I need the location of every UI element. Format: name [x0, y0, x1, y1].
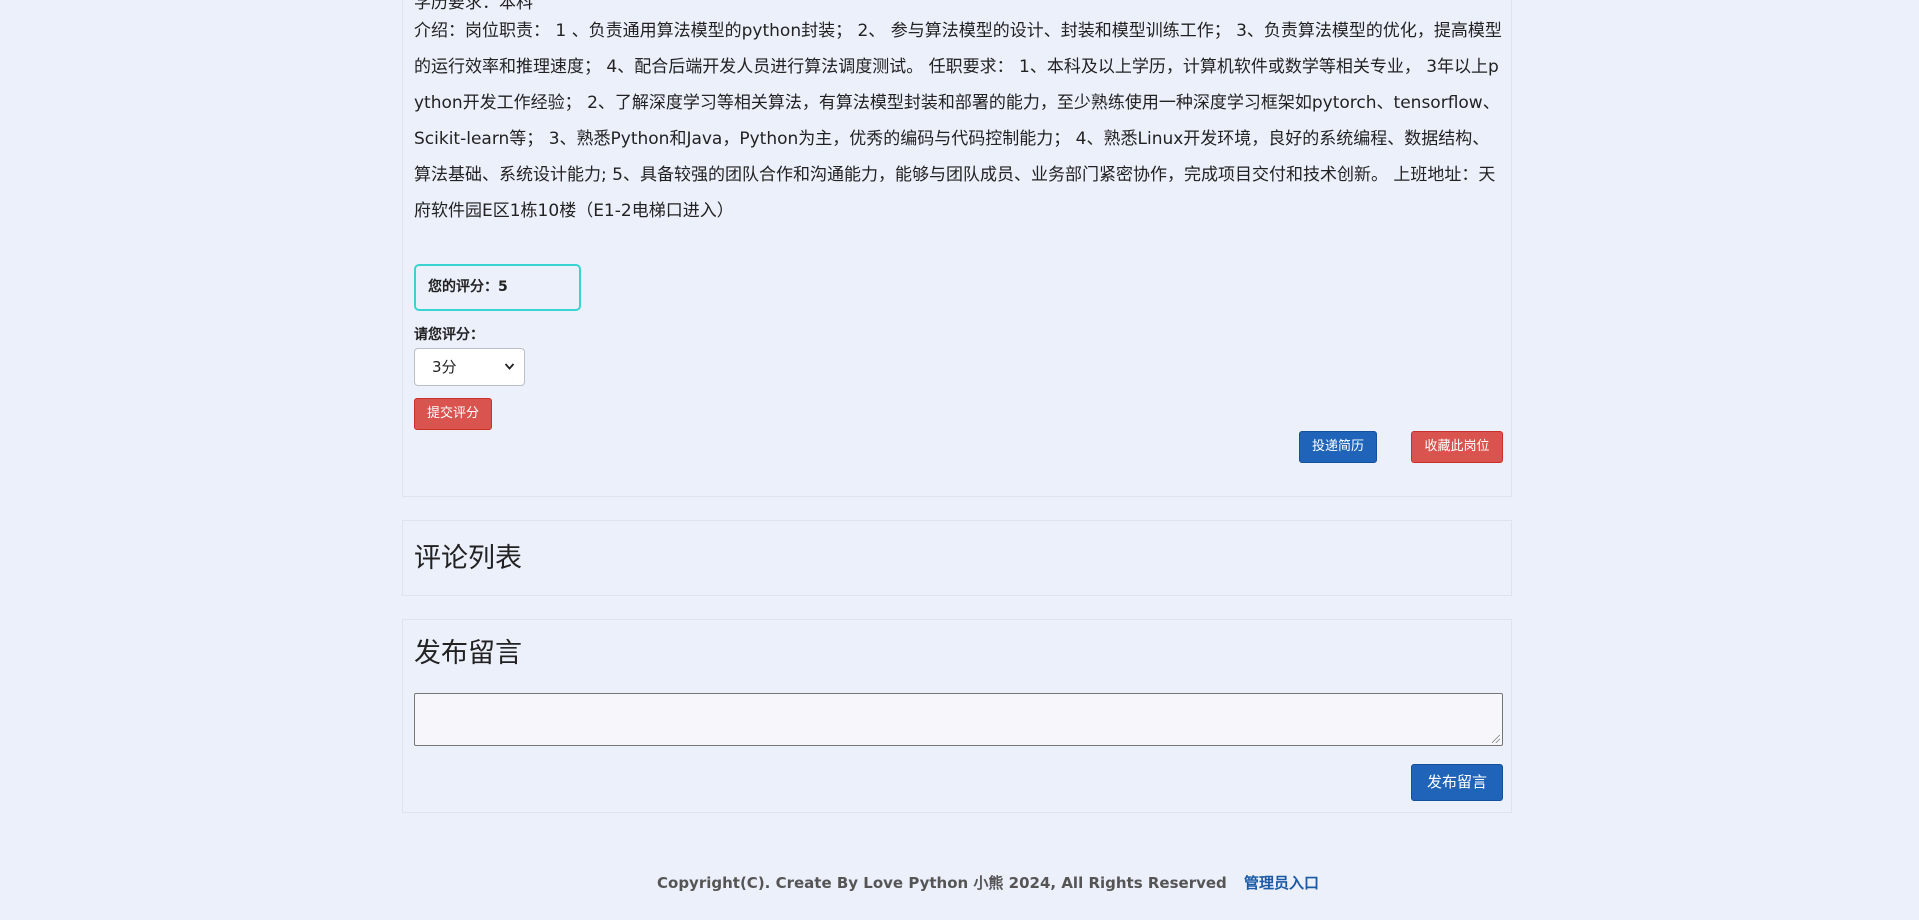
post-comment-panel: 发布留言 发布留言	[402, 619, 1512, 813]
footer: Copyright(C). Create By Love Python 小熊 2…	[657, 872, 1319, 893]
submit-resume-button[interactable]: 投递简历	[1299, 431, 1377, 463]
rating-select[interactable]: 3分	[414, 348, 525, 386]
admin-entry-link[interactable]: 管理员入口	[1244, 874, 1319, 892]
job-description: 介绍：岗位职责： 1 、负责通用算法模型的python封装； 2、 参与算法模型…	[414, 21, 1502, 221]
copyright-text: Copyright(C). Create By Love Python 小熊 2…	[657, 874, 1227, 892]
comments-panel: 评论列表	[402, 520, 1512, 596]
post-comment-button[interactable]: 发布留言	[1411, 764, 1503, 801]
education-requirement: 学历要求：本科	[414, 0, 533, 13]
job-detail-panel: 学历要求：本科 介绍：岗位职责： 1 、负责通用算法模型的python封装； 2…	[402, 0, 1512, 497]
submit-rating-button[interactable]: 提交评分	[414, 398, 492, 430]
rating-prompt-label: 请您评分：	[414, 327, 484, 343]
page: 学历要求：本科 介绍：岗位职责： 1 、负责通用算法模型的python封装； 2…	[0, 0, 1919, 920]
current-rating-box: 您的评分：5	[414, 264, 581, 311]
current-rating-label: 您的评分：5	[428, 279, 508, 295]
rating-select-value: 3分	[432, 358, 457, 376]
post-comment-title: 发布留言	[414, 638, 522, 669]
favorite-job-button[interactable]: 收藏此岗位	[1411, 431, 1503, 463]
comments-title: 评论列表	[414, 543, 522, 574]
resize-grip-icon[interactable]	[1492, 735, 1500, 743]
comment-textarea[interactable]	[414, 693, 1503, 746]
chevron-down-icon	[504, 349, 515, 400]
